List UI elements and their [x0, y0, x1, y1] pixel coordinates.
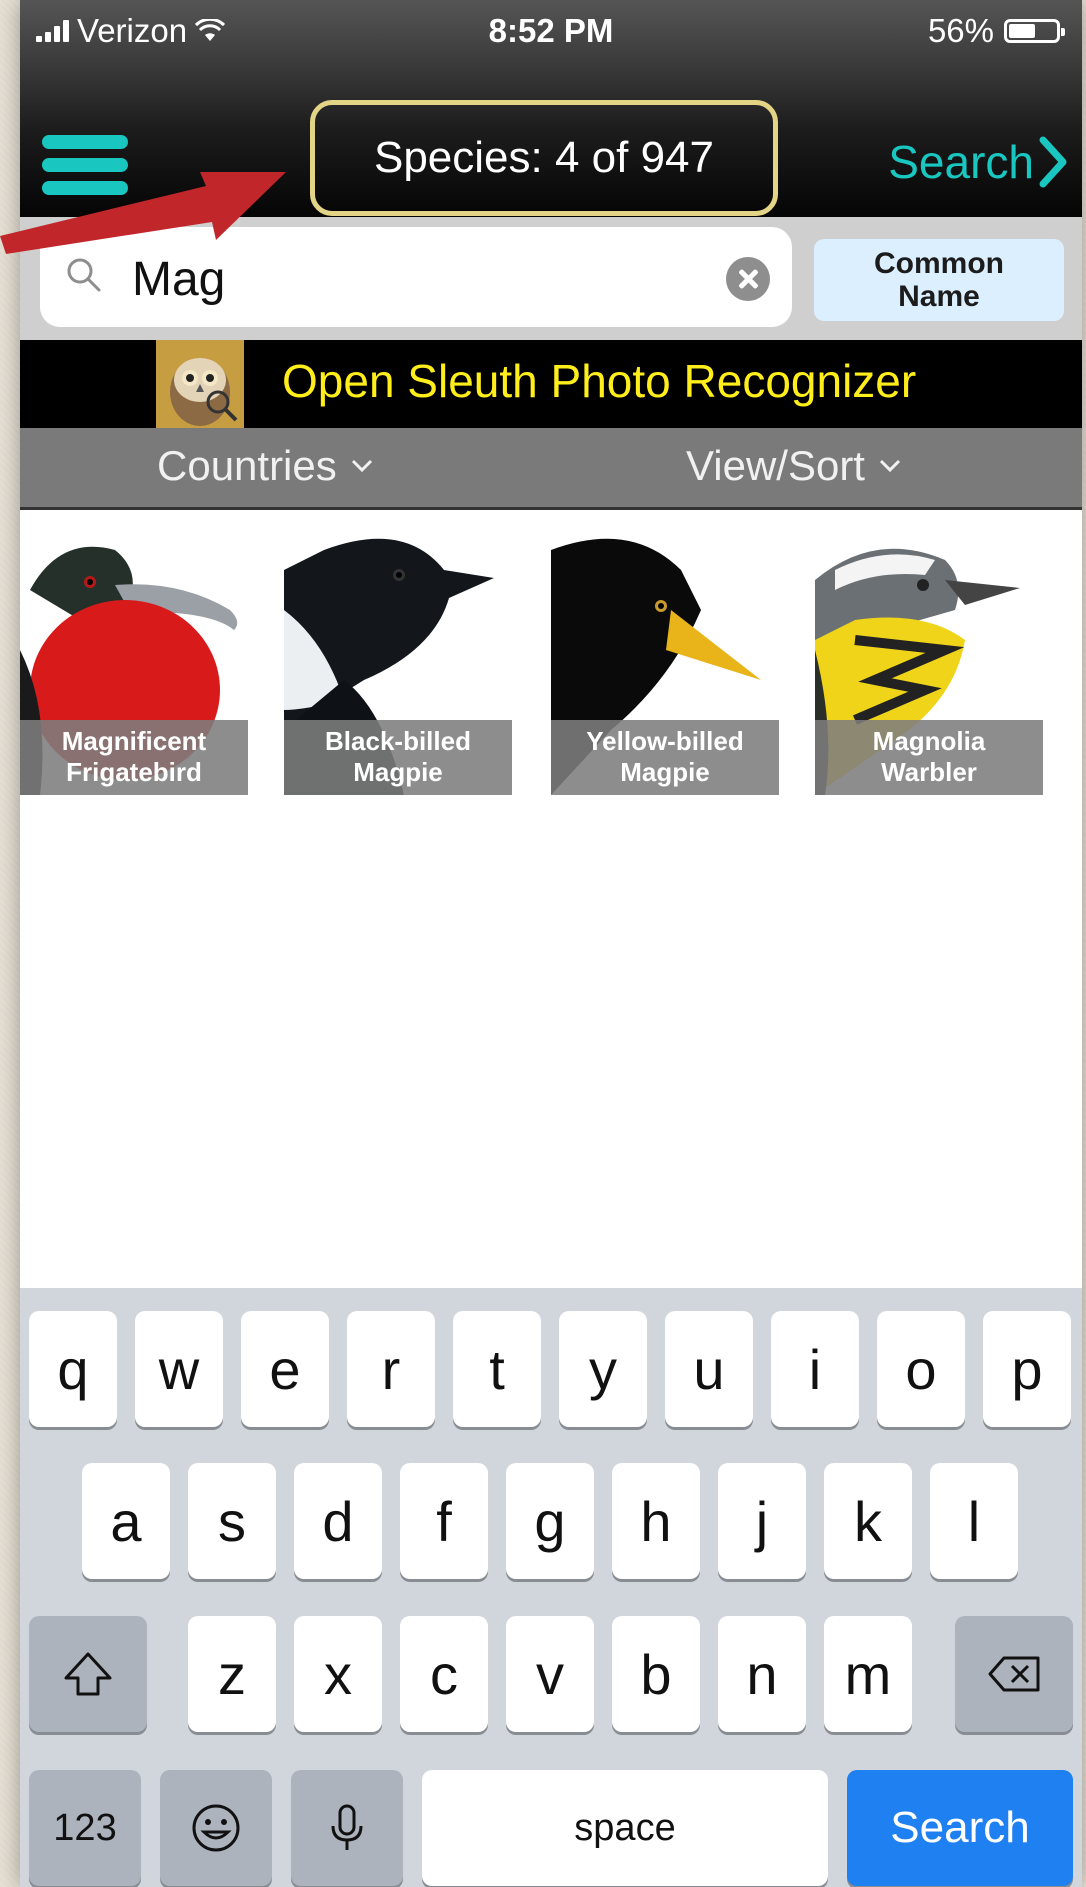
sleuth-label: Open Sleuth Photo Recognizer — [282, 355, 917, 407]
key-c[interactable]: c — [400, 1616, 488, 1732]
filter-bar: Countries View/Sort — [20, 428, 1082, 510]
microphone-icon — [331, 1804, 363, 1850]
key-u[interactable]: u — [665, 1311, 753, 1427]
bird-label: Magnolia Warbler — [815, 720, 1043, 795]
countries-dropdown[interactable]: Countries — [157, 442, 373, 490]
key-n[interactable]: n — [718, 1616, 806, 1732]
search-nav-button[interactable]: Search — [888, 135, 1068, 189]
bird-tile-black-billed-magpie[interactable]: Black-billed Magpie — [284, 530, 512, 795]
key-d[interactable]: d — [294, 1463, 382, 1579]
bird-tile-yellow-billed-magpie[interactable]: Yellow-billed Magpie — [551, 530, 779, 795]
numbers-key[interactable]: 123 — [29, 1770, 141, 1886]
annotation-arrow — [0, 172, 286, 254]
keyboard-search-key[interactable]: Search — [847, 1770, 1073, 1886]
view-sort-dropdown[interactable]: View/Sort — [686, 442, 901, 490]
battery-percent: 56% — [927, 12, 994, 49]
key-e[interactable]: e — [241, 1311, 329, 1427]
emoji-key[interactable] — [160, 1770, 272, 1886]
key-i[interactable]: i — [771, 1311, 859, 1427]
key-w[interactable]: w — [135, 1311, 223, 1427]
phone-screen: Verizon 8:52 PM 56% Species: 4 of 947 Se… — [20, 0, 1082, 1887]
battery-icon — [1004, 19, 1065, 43]
key-j[interactable]: j — [718, 1463, 806, 1579]
key-h[interactable]: h — [612, 1463, 700, 1579]
clear-text-icon[interactable] — [726, 257, 770, 301]
key-m[interactable]: m — [824, 1616, 912, 1732]
species-count: Species: 4 of 947 — [310, 100, 778, 216]
clock: 8:52 PM — [488, 12, 614, 49]
chevron-down-icon — [879, 459, 901, 473]
backspace-key[interactable] — [955, 1616, 1073, 1732]
sleuth-photo-banner[interactable]: Open Sleuth Photo Recognizer — [20, 340, 1082, 428]
key-k[interactable]: k — [824, 1463, 912, 1579]
key-p[interactable]: p — [983, 1311, 1071, 1427]
common-name-line1: Common — [874, 247, 1004, 280]
key-g[interactable]: g — [506, 1463, 594, 1579]
countries-label: Countries — [157, 442, 337, 489]
shift-key[interactable] — [29, 1616, 147, 1732]
key-z[interactable]: z — [188, 1616, 276, 1732]
key-r[interactable]: r — [347, 1311, 435, 1427]
keyboard: q w e r t y u i o p a s d f g h j k l z … — [20, 1288, 1082, 1887]
chevron-right-icon — [1039, 136, 1067, 188]
key-t[interactable]: t — [453, 1311, 541, 1427]
common-name-button[interactable]: Common Name — [814, 239, 1064, 321]
shift-icon — [64, 1652, 112, 1696]
bird-tile-magnolia-warbler[interactable]: Magnolia Warbler — [815, 530, 1043, 795]
space-key[interactable]: space — [422, 1770, 828, 1886]
key-q[interactable]: q — [29, 1311, 117, 1427]
key-b[interactable]: b — [612, 1616, 700, 1732]
key-s[interactable]: s — [188, 1463, 276, 1579]
battery-status: 56% — [927, 12, 1065, 50]
key-a[interactable]: a — [82, 1463, 170, 1579]
bird-label: Yellow-billed Magpie — [551, 720, 779, 795]
key-o[interactable]: o — [877, 1311, 965, 1427]
key-y[interactable]: y — [559, 1311, 647, 1427]
search-icon — [67, 258, 101, 292]
bird-label: Black-billed Magpie — [284, 720, 512, 795]
bird-label: Magnificent Frigatebird — [20, 720, 248, 795]
bird-tile-magnificent-frigatebird[interactable]: Magnificent Frigatebird — [20, 530, 248, 795]
search-nav-label: Search — [888, 136, 1034, 188]
view-sort-label: View/Sort — [686, 442, 865, 489]
backspace-icon — [988, 1656, 1040, 1692]
key-l[interactable]: l — [930, 1463, 1018, 1579]
owl-icon — [156, 340, 244, 428]
emoji-icon — [192, 1804, 240, 1852]
dictation-key[interactable] — [291, 1770, 403, 1886]
key-f[interactable]: f — [400, 1463, 488, 1579]
common-name-line2: Name — [898, 280, 980, 313]
chevron-down-icon — [351, 459, 372, 473]
key-v[interactable]: v — [506, 1616, 594, 1732]
key-x[interactable]: x — [294, 1616, 382, 1732]
